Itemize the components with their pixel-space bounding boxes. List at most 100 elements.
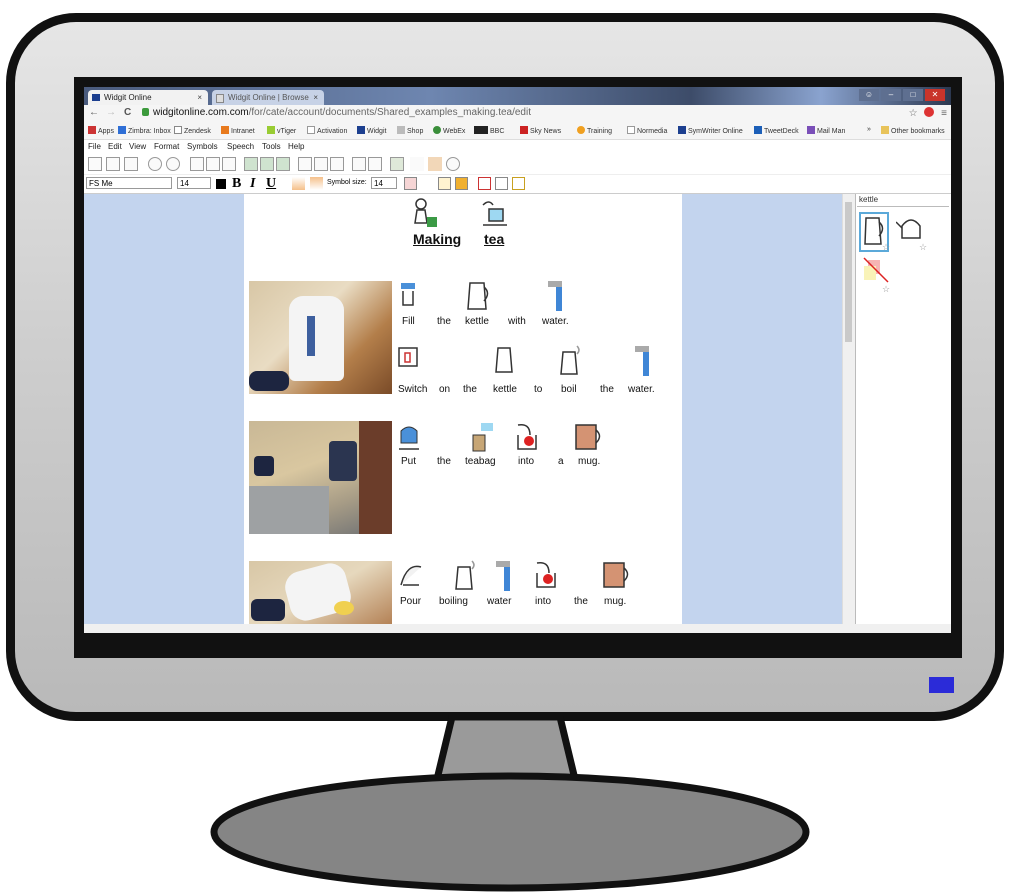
- bookmark-mail-man[interactable]: Mail Man: [807, 126, 845, 135]
- into-symbol-icon: [536, 561, 556, 588]
- symbol-search-word: kettle: [859, 195, 879, 204]
- align-center-icon[interactable]: [206, 157, 220, 171]
- menu-help[interactable]: Help: [288, 142, 304, 151]
- bookmark-vtiger[interactable]: vTiger: [267, 126, 296, 135]
- photo-fill-kettle: [249, 281, 392, 394]
- speaker-icon[interactable]: [428, 157, 442, 171]
- bookmark-training[interactable]: Training: [577, 126, 612, 135]
- scrollbar-thumb[interactable]: [845, 202, 852, 342]
- symbol-image-icon[interactable]: [404, 177, 417, 190]
- bookmark-zendesk[interactable]: Zendesk: [174, 126, 211, 135]
- bookmark-widgit[interactable]: Widgit: [357, 126, 386, 135]
- undo-icon[interactable]: [148, 157, 162, 171]
- print-icon[interactable]: [124, 157, 138, 171]
- insert-image-icon[interactable]: [390, 157, 404, 171]
- document-area: Making tea Fill the kettle with water. S…: [84, 194, 854, 624]
- bookmark-other-bookmarks[interactable]: Other bookmarks: [881, 126, 945, 135]
- favourite-star-icon[interactable]: ☆: [919, 242, 927, 253]
- tab-widgit-online[interactable]: Widgit Online ×: [88, 90, 208, 105]
- status-bar: [84, 624, 951, 633]
- reload-icon[interactable]: C: [124, 107, 131, 118]
- underline-button[interactable]: U: [266, 176, 276, 191]
- close-window-icon[interactable]: ✕: [925, 89, 945, 101]
- stove-kettle-symbol-icon[interactable]: [896, 212, 926, 246]
- exclamation-icon[interactable]: [512, 177, 525, 190]
- close-tab-icon[interactable]: ×: [313, 90, 318, 105]
- outdent-icon[interactable]: [314, 157, 328, 171]
- symbol-only-icon[interactable]: [276, 157, 290, 171]
- bookmark-apps[interactable]: Apps: [88, 126, 114, 135]
- bookmark-sky-news[interactable]: Sky News: [520, 126, 561, 135]
- opera-icon[interactable]: [924, 107, 935, 117]
- symbol-size-select[interactable]: 14: [371, 177, 397, 189]
- close-tab-icon[interactable]: ×: [197, 90, 202, 105]
- forward-arrow-icon[interactable]: →: [106, 107, 116, 118]
- minimize-icon[interactable]: –: [881, 89, 901, 101]
- star-icon[interactable]: ☆: [909, 108, 918, 119]
- back-arrow-icon[interactable]: ←: [89, 107, 99, 118]
- maximize-icon[interactable]: □: [903, 89, 923, 101]
- bullet-list-icon[interactable]: [298, 157, 312, 171]
- address-bar-icons: ☆ ≡: [909, 107, 947, 119]
- symbol-top-icon[interactable]: [244, 157, 258, 171]
- tab-bar: Widgit Online × Widgit Online | Browse ×…: [84, 87, 951, 105]
- text-color-swatch[interactable]: [216, 179, 226, 189]
- bookmark-shop[interactable]: Shop: [397, 126, 423, 135]
- bookmark-tweetdeck[interactable]: TweetDeck: [754, 126, 799, 135]
- menu-view[interactable]: View: [129, 142, 146, 151]
- favourite-star-icon[interactable]: ☆: [882, 242, 890, 253]
- symbol-bottom-icon[interactable]: [260, 157, 274, 171]
- tab-widgit-browse[interactable]: Widgit Online | Browse ×: [212, 90, 324, 105]
- word: boil: [561, 384, 577, 395]
- symbol-colour-icon[interactable]: [455, 177, 468, 190]
- menu-symbols[interactable]: Symbols: [187, 142, 218, 151]
- settings-icon[interactable]: [446, 157, 460, 171]
- symbol-swap-icon[interactable]: [438, 177, 451, 190]
- no-symbol-icon[interactable]: [478, 177, 491, 190]
- document-scrollbar[interactable]: [842, 194, 855, 624]
- cat-sym-icon[interactable]: [421, 177, 434, 190]
- align-right-icon[interactable]: [222, 157, 236, 171]
- menu-icon[interactable]: ≡: [941, 108, 947, 119]
- bold-button[interactable]: B: [232, 176, 241, 191]
- bookmark-webex[interactable]: WebEx: [433, 126, 465, 135]
- user-icon[interactable]: ☺: [859, 89, 879, 101]
- paragraph-left-icon[interactable]: [352, 157, 366, 171]
- increase-size-icon[interactable]: [292, 177, 305, 190]
- switch-symbol-icon: [398, 347, 418, 367]
- favourite-star-icon[interactable]: ☆: [882, 284, 890, 295]
- new-document-icon[interactable]: [88, 157, 102, 171]
- document-page[interactable]: Making tea Fill the kettle with water. S…: [244, 194, 682, 624]
- menu-edit[interactable]: Edit: [108, 142, 122, 151]
- no-symbol-icon[interactable]: [862, 256, 890, 286]
- menu-file[interactable]: File: [88, 142, 101, 151]
- paragraph-right-icon[interactable]: [368, 157, 382, 171]
- link-icon[interactable]: [410, 157, 424, 171]
- font-select[interactable]: FS Me: [86, 177, 172, 189]
- word: water.: [628, 384, 655, 395]
- italic-button[interactable]: I: [250, 176, 255, 191]
- redo-icon[interactable]: [166, 157, 180, 171]
- bookmark-normedia[interactable]: Normedia: [627, 126, 667, 135]
- decrease-size-icon[interactable]: [310, 177, 323, 190]
- main-toolbar: [84, 154, 951, 175]
- bookmark-symwriter-online[interactable]: SymWriter Online: [678, 126, 743, 135]
- kettle-symbol-icon: [467, 282, 489, 310]
- word: into: [535, 596, 552, 607]
- bookmark-zimbra[interactable]: Zimbra: Inbox: [118, 126, 171, 135]
- bookmarks-overflow[interactable]: »: [867, 126, 871, 133]
- lock-icon: [142, 108, 149, 116]
- menu-tools[interactable]: Tools: [262, 142, 281, 151]
- back-space-icon[interactable]: [495, 177, 508, 190]
- url-field[interactable]: widgitonline.com.com/for/cate/account/do…: [142, 107, 531, 118]
- bookmark-intranet[interactable]: Intranet: [221, 126, 255, 135]
- menu-format[interactable]: Format: [154, 142, 179, 151]
- indent-icon[interactable]: [330, 157, 344, 171]
- font-size-select[interactable]: 14: [177, 177, 211, 189]
- save-icon[interactable]: [106, 157, 120, 171]
- align-left-icon[interactable]: [190, 157, 204, 171]
- menu-speech[interactable]: Speech: [227, 142, 254, 151]
- bookmark-bbc[interactable]: BBC: [474, 126, 504, 135]
- bookmark-activation[interactable]: Activation: [307, 126, 347, 135]
- title-word-tea: tea: [484, 231, 505, 247]
